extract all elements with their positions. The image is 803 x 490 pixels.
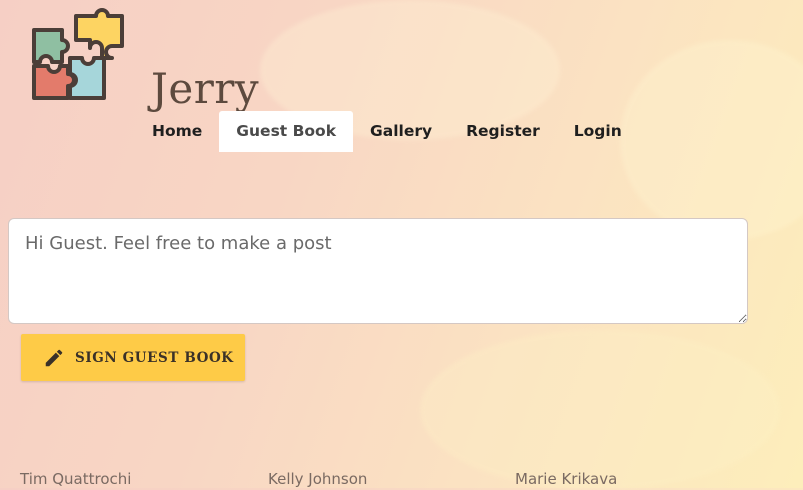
entry-author: Tim Quattrochi (20, 470, 132, 488)
guestbook-post-input[interactable] (8, 218, 748, 324)
puzzle-icon (32, 8, 124, 100)
nav-guest-book[interactable]: Guest Book (219, 111, 354, 152)
nav-gallery[interactable]: Gallery (353, 111, 449, 152)
sign-button-label: SIGN GUEST BOOK (75, 349, 234, 366)
brand-name: Jerry (151, 64, 260, 113)
main-nav: Home Guest Book Gallery Register Login (135, 111, 639, 152)
pencil-icon (45, 349, 63, 366)
background-shape (420, 330, 780, 490)
nav-home[interactable]: Home (135, 111, 219, 152)
site-logo[interactable]: Jerry (30, 8, 259, 113)
background-shape (620, 40, 803, 240)
nav-login[interactable]: Login (557, 111, 639, 152)
sign-guest-book-button[interactable]: SIGN GUEST BOOK (21, 334, 245, 381)
entry-author: Kelly Johnson (268, 470, 368, 488)
entry-author: Marie Krikava (515, 470, 618, 488)
nav-register[interactable]: Register (449, 111, 557, 152)
